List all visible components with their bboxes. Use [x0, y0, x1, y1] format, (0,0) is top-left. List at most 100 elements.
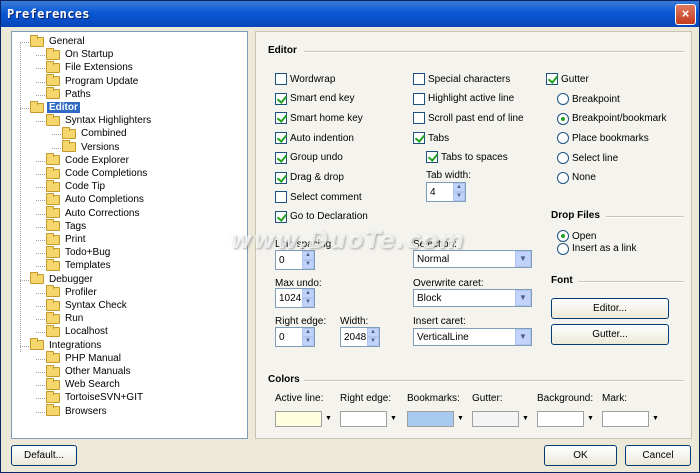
spin-down-icon[interactable]: ▼ [453, 192, 465, 201]
right-edge-spinner[interactable]: 0 ▲ ▼ [275, 327, 315, 347]
editor-option-b2-checkbox[interactable]: Scroll past end of line [413, 112, 524, 125]
tree-item[interactable]: Tags [46, 219, 88, 233]
cancel-button[interactable]: Cancel [625, 445, 691, 466]
preferences-tree[interactable]: General On Startup File Extensions Program … [11, 31, 248, 439]
editor-option-b0-checkbox[interactable]: Special characters [413, 73, 510, 85]
tree-item[interactable]: Code Tip [46, 179, 107, 193]
editor-option-1-box[interactable] [275, 92, 287, 105]
spin-down-icon[interactable]: ▼ [302, 298, 314, 307]
editor-option-4-box[interactable] [275, 151, 287, 164]
tree-item[interactable]: PHP Manual [46, 351, 123, 365]
tree-item[interactable]: Integrations [30, 338, 103, 352]
editor-option-1-checkbox[interactable]: Smart end key [275, 92, 354, 105]
editor-option-b1-box[interactable] [413, 92, 425, 105]
gutter-option-2-dot[interactable] [557, 132, 569, 145]
tree-item[interactable]: Print [46, 232, 88, 246]
default-button[interactable]: Default... [11, 445, 77, 466]
tree-item[interactable]: Browsers [46, 404, 109, 418]
gutter-checkbox[interactable]: Gutter [546, 73, 589, 85]
color-swatch[interactable] [407, 411, 454, 427]
editor-option-b2-box[interactable] [413, 112, 425, 125]
drop-option-0-radio[interactable]: Open [557, 230, 596, 242]
tree-item[interactable]: Profiler [46, 285, 99, 299]
spin-down-icon[interactable]: ▼ [302, 337, 314, 346]
color-swatch[interactable] [472, 411, 519, 427]
chevron-down-icon[interactable]: ▼ [515, 251, 531, 267]
editor-option-b3-checkbox[interactable]: Tabs [413, 132, 449, 145]
color-swatch[interactable] [275, 411, 322, 427]
tree-item[interactable]: Templates [46, 258, 113, 272]
tree-item[interactable]: TortoiseSVN+GIT [46, 390, 145, 404]
tree-item[interactable]: Web Search [46, 377, 122, 391]
tabs-to-spaces-box[interactable] [426, 151, 438, 163]
chevron-down-icon[interactable]: ▼ [457, 415, 464, 422]
gutter-option-0-dot[interactable] [557, 93, 569, 105]
editor-option-5-box[interactable] [275, 171, 287, 184]
ok-button[interactable]: OK [544, 445, 617, 466]
tabs-to-spaces-checkbox[interactable]: Tabs to spaces [426, 151, 508, 163]
color-swatch[interactable] [537, 411, 584, 427]
tree-item[interactable]: Debugger [30, 272, 95, 286]
editor-option-b3-box[interactable] [413, 132, 425, 145]
editor-option-3-checkbox[interactable]: Auto indention [275, 132, 354, 145]
spin-up-icon[interactable]: ▲ [302, 289, 314, 298]
gutter-option-1-radio[interactable]: Breakpoint/bookmark [557, 112, 667, 125]
tree-item[interactable]: Syntax Check [46, 298, 129, 312]
editor-option-7-box[interactable] [275, 210, 287, 223]
chevron-down-icon[interactable]: ▼ [515, 290, 531, 306]
tree-item[interactable]: Localhost [46, 324, 110, 338]
tree-item[interactable]: Auto Corrections [46, 206, 141, 220]
editor-option-0-checkbox[interactable]: Wordwrap [275, 73, 335, 85]
tree-item[interactable]: Versions [62, 140, 121, 154]
width-spinner[interactable]: 2048 ▲ ▼ [340, 327, 380, 347]
color-swatch[interactable] [602, 411, 649, 427]
chevron-down-icon[interactable]: ▼ [515, 329, 531, 345]
font-editor-button[interactable]: Editor... [551, 298, 669, 319]
tree-item[interactable]: Syntax Highlighters [46, 113, 153, 127]
insert-caret-dropdown[interactable]: VerticalLine ▼ [413, 328, 532, 346]
tree-item[interactable]: Combined [62, 126, 129, 140]
tree-item[interactable]: General [30, 34, 87, 48]
tree-item[interactable]: Run [46, 311, 85, 325]
drop-option-1-dot[interactable] [557, 242, 569, 255]
chevron-down-icon[interactable]: ▼ [390, 415, 397, 422]
editor-option-0-box[interactable] [275, 73, 287, 85]
tree-item[interactable]: Program Update [46, 74, 140, 88]
spin-up-icon[interactable]: ▲ [302, 328, 314, 337]
tree-item[interactable]: Todo+Bug [46, 245, 112, 259]
spin-down-icon[interactable]: ▼ [302, 260, 314, 269]
editor-option-3-box[interactable] [275, 132, 287, 145]
editor-option-4-checkbox[interactable]: Group undo [275, 151, 343, 164]
tree-item[interactable]: On Startup [46, 47, 115, 61]
close-button[interactable]: × [675, 4, 696, 25]
tree-item[interactable]: Code Completions [46, 166, 149, 180]
chevron-down-icon[interactable]: ▼ [587, 415, 594, 422]
tree-item[interactable]: File Extensions [46, 60, 135, 74]
editor-option-2-box[interactable] [275, 112, 287, 125]
gutter-option-0-radio[interactable]: Breakpoint [557, 93, 620, 105]
editor-option-5-checkbox[interactable]: Drag & drop [275, 171, 344, 184]
editor-option-6-checkbox[interactable]: Select comment [275, 191, 362, 204]
chevron-down-icon[interactable]: ▼ [522, 415, 529, 422]
overwrite-caret-dropdown[interactable]: Block ▼ [413, 289, 532, 307]
title-bar[interactable]: Preferences × [1, 1, 699, 27]
spin-up-icon[interactable]: ▲ [367, 328, 379, 337]
spin-down-icon[interactable]: ▼ [367, 337, 379, 346]
editor-option-7-checkbox[interactable]: Go to Declaration [275, 210, 368, 223]
tree-item[interactable]: Code Explorer [46, 153, 131, 167]
gutter-option-3-dot[interactable] [557, 152, 569, 165]
chevron-down-icon[interactable]: ▼ [325, 415, 332, 422]
gutter-option-2-radio[interactable]: Place bookmarks [557, 132, 649, 145]
tab-width-spinner[interactable]: 4 ▲ ▼ [426, 182, 466, 202]
font-gutter-button[interactable]: Gutter... [551, 324, 669, 345]
max-undo-spinner[interactable]: 1024 ▲ ▼ [275, 288, 315, 308]
gutter-option-4-dot[interactable] [557, 171, 569, 184]
gutter-option-4-radio[interactable]: None [557, 171, 596, 184]
gutter-box[interactable] [546, 73, 558, 85]
editor-option-6-box[interactable] [275, 191, 287, 204]
spin-up-icon[interactable]: ▲ [453, 183, 465, 192]
color-swatch[interactable] [340, 411, 387, 427]
tree-item[interactable]: Auto Completions [46, 192, 146, 206]
editor-option-2-checkbox[interactable]: Smart home key [275, 112, 363, 125]
editor-option-b1-checkbox[interactable]: Highlight active line [413, 92, 514, 105]
